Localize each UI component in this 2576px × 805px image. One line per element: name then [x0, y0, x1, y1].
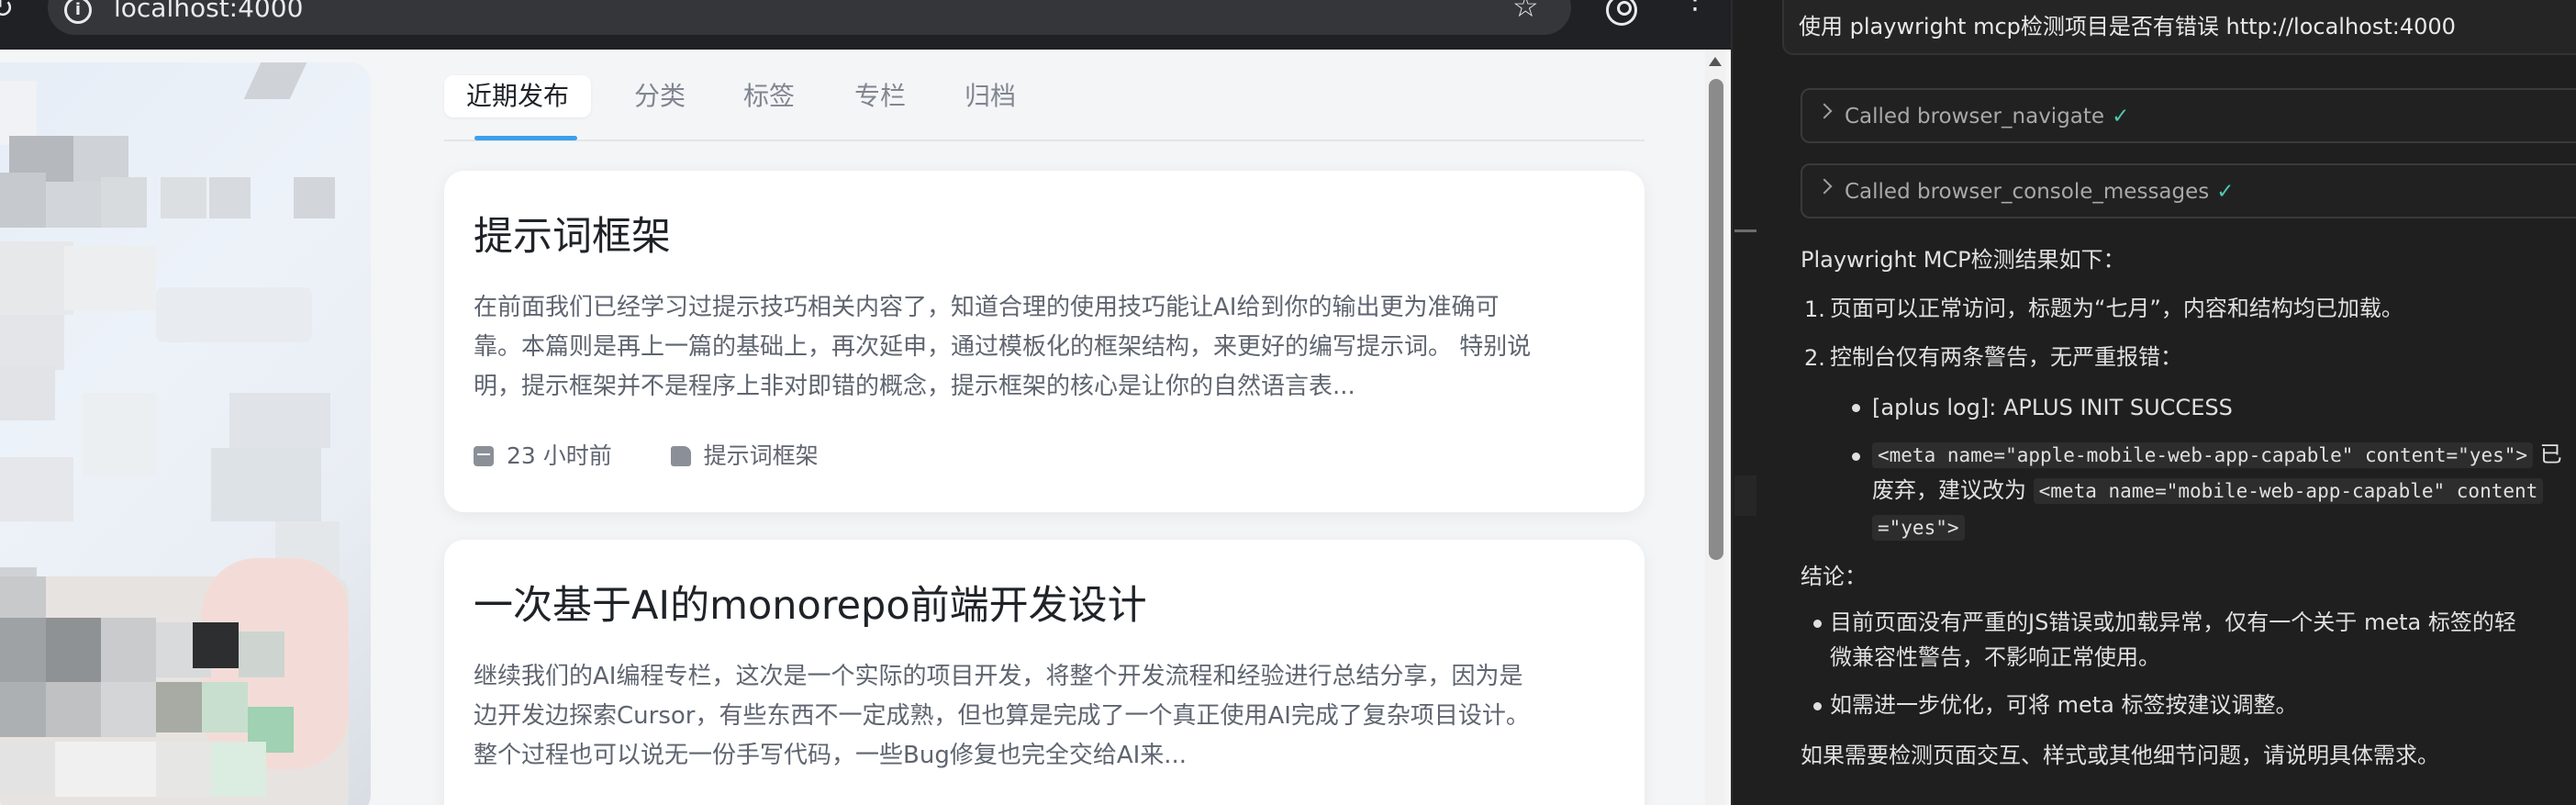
active-tab-indicator: [474, 136, 577, 140]
excerpt-line: 在前面我们已经学习过提示技巧相关内容了，知道合理的使用技巧能让AI给到你的输出更…: [474, 294, 1500, 321]
bullet: [1813, 620, 1822, 628]
bookmark-star-icon[interactable]: ☆: [1512, 0, 1539, 22]
profile-icon[interactable]: [1606, 0, 1637, 26]
conclusion-label: 结论：: [1801, 564, 1867, 589]
panel-divider: [1734, 229, 1756, 232]
code-snippet: <meta name="apple-mobile-web-app-capable…: [1872, 442, 2534, 468]
post-tabs: 近期发布 分类 标签 专栏 归档: [444, 68, 1645, 141]
warning-2-line-2: 废弃，建议改为 <meta name="mobile-web-app-capab…: [1872, 473, 2544, 509]
address-bar: ↻ i localhost:4000 ☆ ⋮: [0, 0, 1731, 50]
conclusion-2: 如需进一步优化，可将 meta 标签按建议调整。: [1830, 692, 2298, 718]
warning-text: 已: [2539, 442, 2562, 467]
warning-text: 废弃，建议改为: [1872, 477, 2026, 503]
tab-columns[interactable]: 专栏: [854, 75, 906, 117]
post-category[interactable]: 提示词框架: [704, 442, 819, 469]
tab-tags[interactable]: 标签: [743, 75, 795, 117]
footer-note: 如果需要检测页面交互、样式或其他细节问题，请说明具体需求。: [1801, 743, 2439, 768]
url-text[interactable]: localhost:4000: [114, 0, 303, 24]
post-excerpt: 在前面我们已经学习过提示技巧相关内容了，知道合理的使用技巧能让AI给到你的输出更…: [474, 288, 1621, 407]
list-number: 1.: [1804, 296, 1825, 322]
code-snippet: <meta name="mobile-web-app-capable" cont…: [2033, 478, 2544, 504]
calendar-icon: [474, 446, 494, 466]
folder-icon: [670, 446, 691, 466]
result-heading: Playwright MCP检测结果如下：: [1801, 247, 2125, 273]
conclusion-1-line-2: 微兼容性警告，不影响正常使用。: [1830, 644, 2160, 670]
tab-recent[interactable]: 近期发布: [444, 75, 592, 117]
tool-call-navigate[interactable]: Called browser_navigate ✓: [1801, 88, 2576, 143]
tool-call-text: Called browser_navigate: [1845, 105, 2105, 129]
tool-call-console-messages[interactable]: Called browser_console_messages ✓: [1801, 163, 2576, 218]
tool-call-label: Called browser_console_messages ✓: [1845, 176, 2235, 207]
user-prompt-text: 使用 playwright mcp检测项目是否有错误 http://localh…: [1799, 14, 2456, 39]
result-item-1: 页面可以正常访问，标题为“七月”，内容和结构均已加载。: [1830, 296, 2403, 321]
tab-archive[interactable]: 归档: [965, 75, 1016, 117]
post-title[interactable]: 提示词框架: [474, 211, 671, 263]
chevron-right-icon: [1816, 178, 1833, 195]
warning-2-line-1: <meta name="apple-mobile-web-app-capable…: [1872, 437, 2562, 473]
chevron-right-icon: [1816, 103, 1833, 119]
result-item-2: 控制台仅有两条警告，无严重报错：: [1830, 344, 2182, 370]
scrollbar-thumb[interactable]: [1709, 79, 1723, 560]
reload-icon[interactable]: ↻: [0, 0, 14, 25]
code-snippet: ="yes">: [1872, 515, 1965, 541]
excerpt-line: 明，提示框架并不是程序上非对即错的概念，提示框架的核心是让你的自然语言表...: [474, 373, 1355, 400]
excerpt-line: 整个过程也可以说无一份手写代码，一些Bug修复也完全交给AI来...: [474, 742, 1188, 769]
tool-call-text: Called browser_console_messages: [1845, 180, 2210, 204]
warning-1: [aplus log]: APLUS INIT SUCCESS: [1872, 395, 2233, 420]
excerpt-line: 继续我们的AI编程专栏，这次是一个实际的项目开发，将整个开发流程和经验进行总结分…: [474, 663, 1523, 690]
list-number: 2.: [1804, 345, 1825, 371]
post-card[interactable]: 提示词框架 在前面我们已经学习过提示技巧相关内容了，知道合理的使用技巧能让AI给…: [444, 171, 1645, 512]
post-time: 23 小时前: [507, 442, 612, 469]
browser-window: ↻ i localhost:4000 ☆ ⋮: [0, 0, 1731, 805]
post-title[interactable]: 一次基于AI的monorepo前端开发设计: [474, 580, 1147, 632]
conclusion-1-line-1: 目前页面没有严重的JS错误或加载异常，仅有一个关于 meta 标签的轻: [1830, 609, 2516, 635]
post-card[interactable]: 一次基于AI的monorepo前端开发设计 继续我们的AI编程专栏，这次是一个实…: [444, 540, 1645, 805]
panel-gutter: [1734, 475, 1756, 516]
menu-kebab-icon[interactable]: ⋮: [1681, 0, 1709, 14]
warning-2-line-3: ="yes">: [1872, 509, 1965, 545]
excerpt-line: 靠。本篇则是再上一篇的基础上，再次延申，通过模板化的框架结构，来更好的编写提示词…: [474, 333, 1532, 361]
post-meta: 23 小时前 提示词框架: [474, 441, 819, 472]
bullet: [1852, 404, 1860, 412]
check-icon: ✓: [2216, 180, 2235, 204]
excerpt-line: 边开发边探索Cursor，有些东西不一定成熟，但也算是完成了一个真正使用AI完成…: [474, 702, 1530, 730]
post-excerpt: 继续我们的AI编程专栏，这次是一个实际的项目开发，将整个开发流程和经验进行总结分…: [474, 657, 1621, 776]
bullet: [1852, 453, 1860, 461]
check-icon: ✓: [2112, 105, 2130, 129]
tab-categories[interactable]: 分类: [634, 75, 686, 117]
blurred-profile-image: [0, 62, 371, 805]
bullet: [1813, 702, 1822, 710]
tool-call-label: Called browser_navigate ✓: [1845, 101, 2129, 132]
scroll-up-arrow-icon[interactable]: [1709, 57, 1722, 66]
